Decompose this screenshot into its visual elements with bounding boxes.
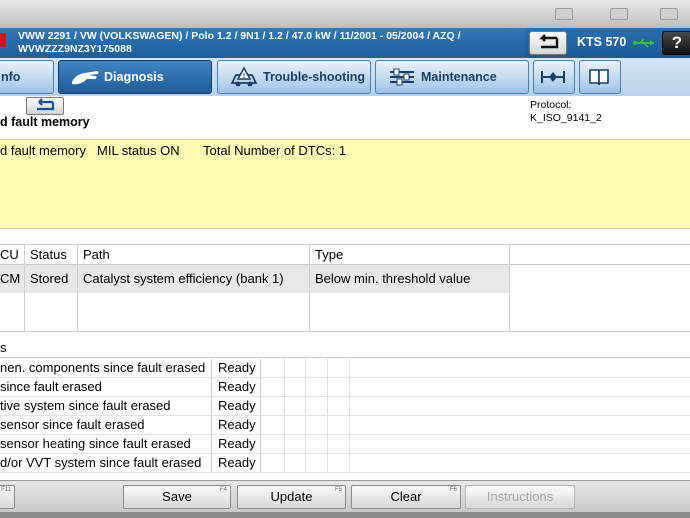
table-row[interactable]: d/or VVT system since fault erased Ready [0, 454, 690, 473]
title-row: d fault memory Protocol: K_ISO_9141_2 [0, 96, 690, 138]
readiness-name: since fault erased [0, 378, 212, 397]
column-header-type[interactable]: Type [310, 245, 510, 265]
usb-connection-icon [633, 38, 654, 48]
vehicle-vin: WVWZZZ9NZ3Y175088 [18, 43, 132, 55]
clear-key-label: F6 [449, 487, 457, 493]
book-icon [589, 69, 609, 86]
table-row-empty [0, 293, 690, 331]
update-button[interactable]: Update F5 [237, 485, 346, 509]
back-button[interactable] [529, 31, 567, 55]
tab-diagnosis-label: Diagnosis [104, 70, 164, 84]
readiness-section-title: s [0, 340, 690, 358]
table-row[interactable]: sensor since fault erased Ready [0, 416, 690, 435]
measure-icon [541, 71, 565, 83]
save-button-label: Save [162, 489, 192, 504]
tab-maintenance-label: Maintenance [421, 70, 497, 84]
window-top-band [0, 0, 690, 28]
tab-diagnosis[interactable]: Diagnosis [58, 60, 212, 94]
window-bottom-edge [0, 512, 690, 518]
clear-button[interactable]: Clear F6 [351, 485, 461, 509]
readiness-status: Ready [213, 435, 261, 454]
f11-key-label: F11 [1, 487, 11, 493]
readiness-status: Ready [213, 378, 261, 397]
table-row[interactable]: sensor heating since fault erased Ready [0, 435, 690, 454]
protocol-value: K_ISO_9141_2 [530, 112, 602, 124]
mil-status: MIL status ON [97, 143, 180, 158]
update-key-label: F5 [334, 487, 342, 493]
tab-maintenance[interactable]: Maintenance [375, 60, 529, 94]
dtc-count: Total Number of DTCs: 1 [203, 143, 347, 158]
return-arrow-icon [37, 98, 55, 111]
tab-documentation[interactable] [579, 60, 621, 94]
instructions-button[interactable]: Instructions [465, 485, 575, 509]
save-key-label: F4 [219, 487, 227, 493]
column-header-path[interactable]: Path [78, 245, 310, 265]
table-row[interactable]: nen. components since fault erased Ready [0, 359, 690, 378]
table-row[interactable]: CM Stored Catalyst system efficiency (ba… [0, 265, 690, 293]
column-header-ecu[interactable]: CU [0, 245, 25, 265]
diagnosis-hand-icon [72, 71, 99, 85]
tab-trouble-shooting[interactable]: ! Trouble-shooting [217, 60, 371, 94]
main-content: d fault memory Protocol: K_ISO_9141_2 d … [0, 96, 690, 480]
dtc-ecu: CM [0, 265, 25, 293]
table-row[interactable]: since fault erased Ready [0, 378, 690, 397]
dtc-status: Stored [25, 265, 78, 293]
table-row[interactable]: tive system since fault erased Ready [0, 397, 690, 416]
readiness-name: sensor heating since fault erased [0, 435, 212, 454]
instructions-button-label: Instructions [486, 489, 554, 504]
dtc-type: Below min. threshold value [310, 265, 510, 293]
sliders-icon [390, 68, 414, 86]
readiness-table: nen. components since fault erased Ready… [0, 359, 690, 476]
f11-button[interactable]: F11 [0, 485, 15, 509]
main-tab-bar: nfo Diagnosis ! Trouble-shooting Mainten… [0, 58, 690, 96]
dtc-table: CU Status Path Type CM Stored Catalyst s… [0, 244, 690, 332]
readiness-name: d/or VVT system since fault erased [0, 454, 212, 473]
dtc-path: Catalyst system efficiency (bank 1) [78, 265, 310, 293]
back-arrow-icon [539, 34, 559, 49]
brand-logo [0, 33, 6, 47]
help-button[interactable]: ? [662, 31, 690, 55]
readiness-status: Ready [213, 416, 261, 435]
fault-memory-label: d fault memory [0, 143, 86, 158]
svg-text:!: ! [243, 73, 245, 80]
tool-area: KTS 570 ? [525, 28, 690, 58]
readiness-name: sensor since fault erased [0, 416, 212, 435]
readiness-status: Ready [213, 397, 261, 416]
window-control[interactable] [555, 8, 573, 20]
save-button[interactable]: Save F4 [123, 485, 231, 509]
readiness-name: nen. components since fault erased [0, 359, 212, 378]
dtc-table-header: CU Status Path Type [0, 245, 690, 265]
tab-trouble-shooting-label: Trouble-shooting [263, 70, 366, 84]
vehicle-info-bar: VWW 2291 / VW (VOLKSWAGEN) / Polo 1.2 / … [0, 28, 525, 58]
update-button-label: Update [270, 489, 313, 504]
device-name: KTS 570 [577, 35, 627, 49]
column-header-status[interactable]: Status [25, 245, 78, 265]
window-control[interactable] [610, 8, 628, 20]
tab-measurement[interactable] [533, 60, 575, 94]
window-control[interactable] [660, 8, 678, 20]
car-warning-icon: ! [230, 66, 258, 87]
page-title: d fault memory [0, 115, 90, 129]
sub-back-button[interactable] [26, 97, 64, 115]
vehicle-description: VWW 2291 / VW (VOLKSWAGEN) / Polo 1.2 / … [18, 30, 461, 42]
readiness-status: Ready [213, 454, 261, 473]
tab-info-label: nfo [1, 70, 21, 84]
protocol-label: Protocol: [530, 99, 572, 111]
fault-summary-panel: d fault memory MIL status ON Total Numbe… [0, 139, 690, 229]
readiness-name: tive system since fault erased [0, 397, 212, 416]
readiness-status: Ready [213, 359, 261, 378]
tab-info[interactable]: nfo [0, 60, 54, 94]
clear-button-label: Clear [390, 489, 422, 504]
